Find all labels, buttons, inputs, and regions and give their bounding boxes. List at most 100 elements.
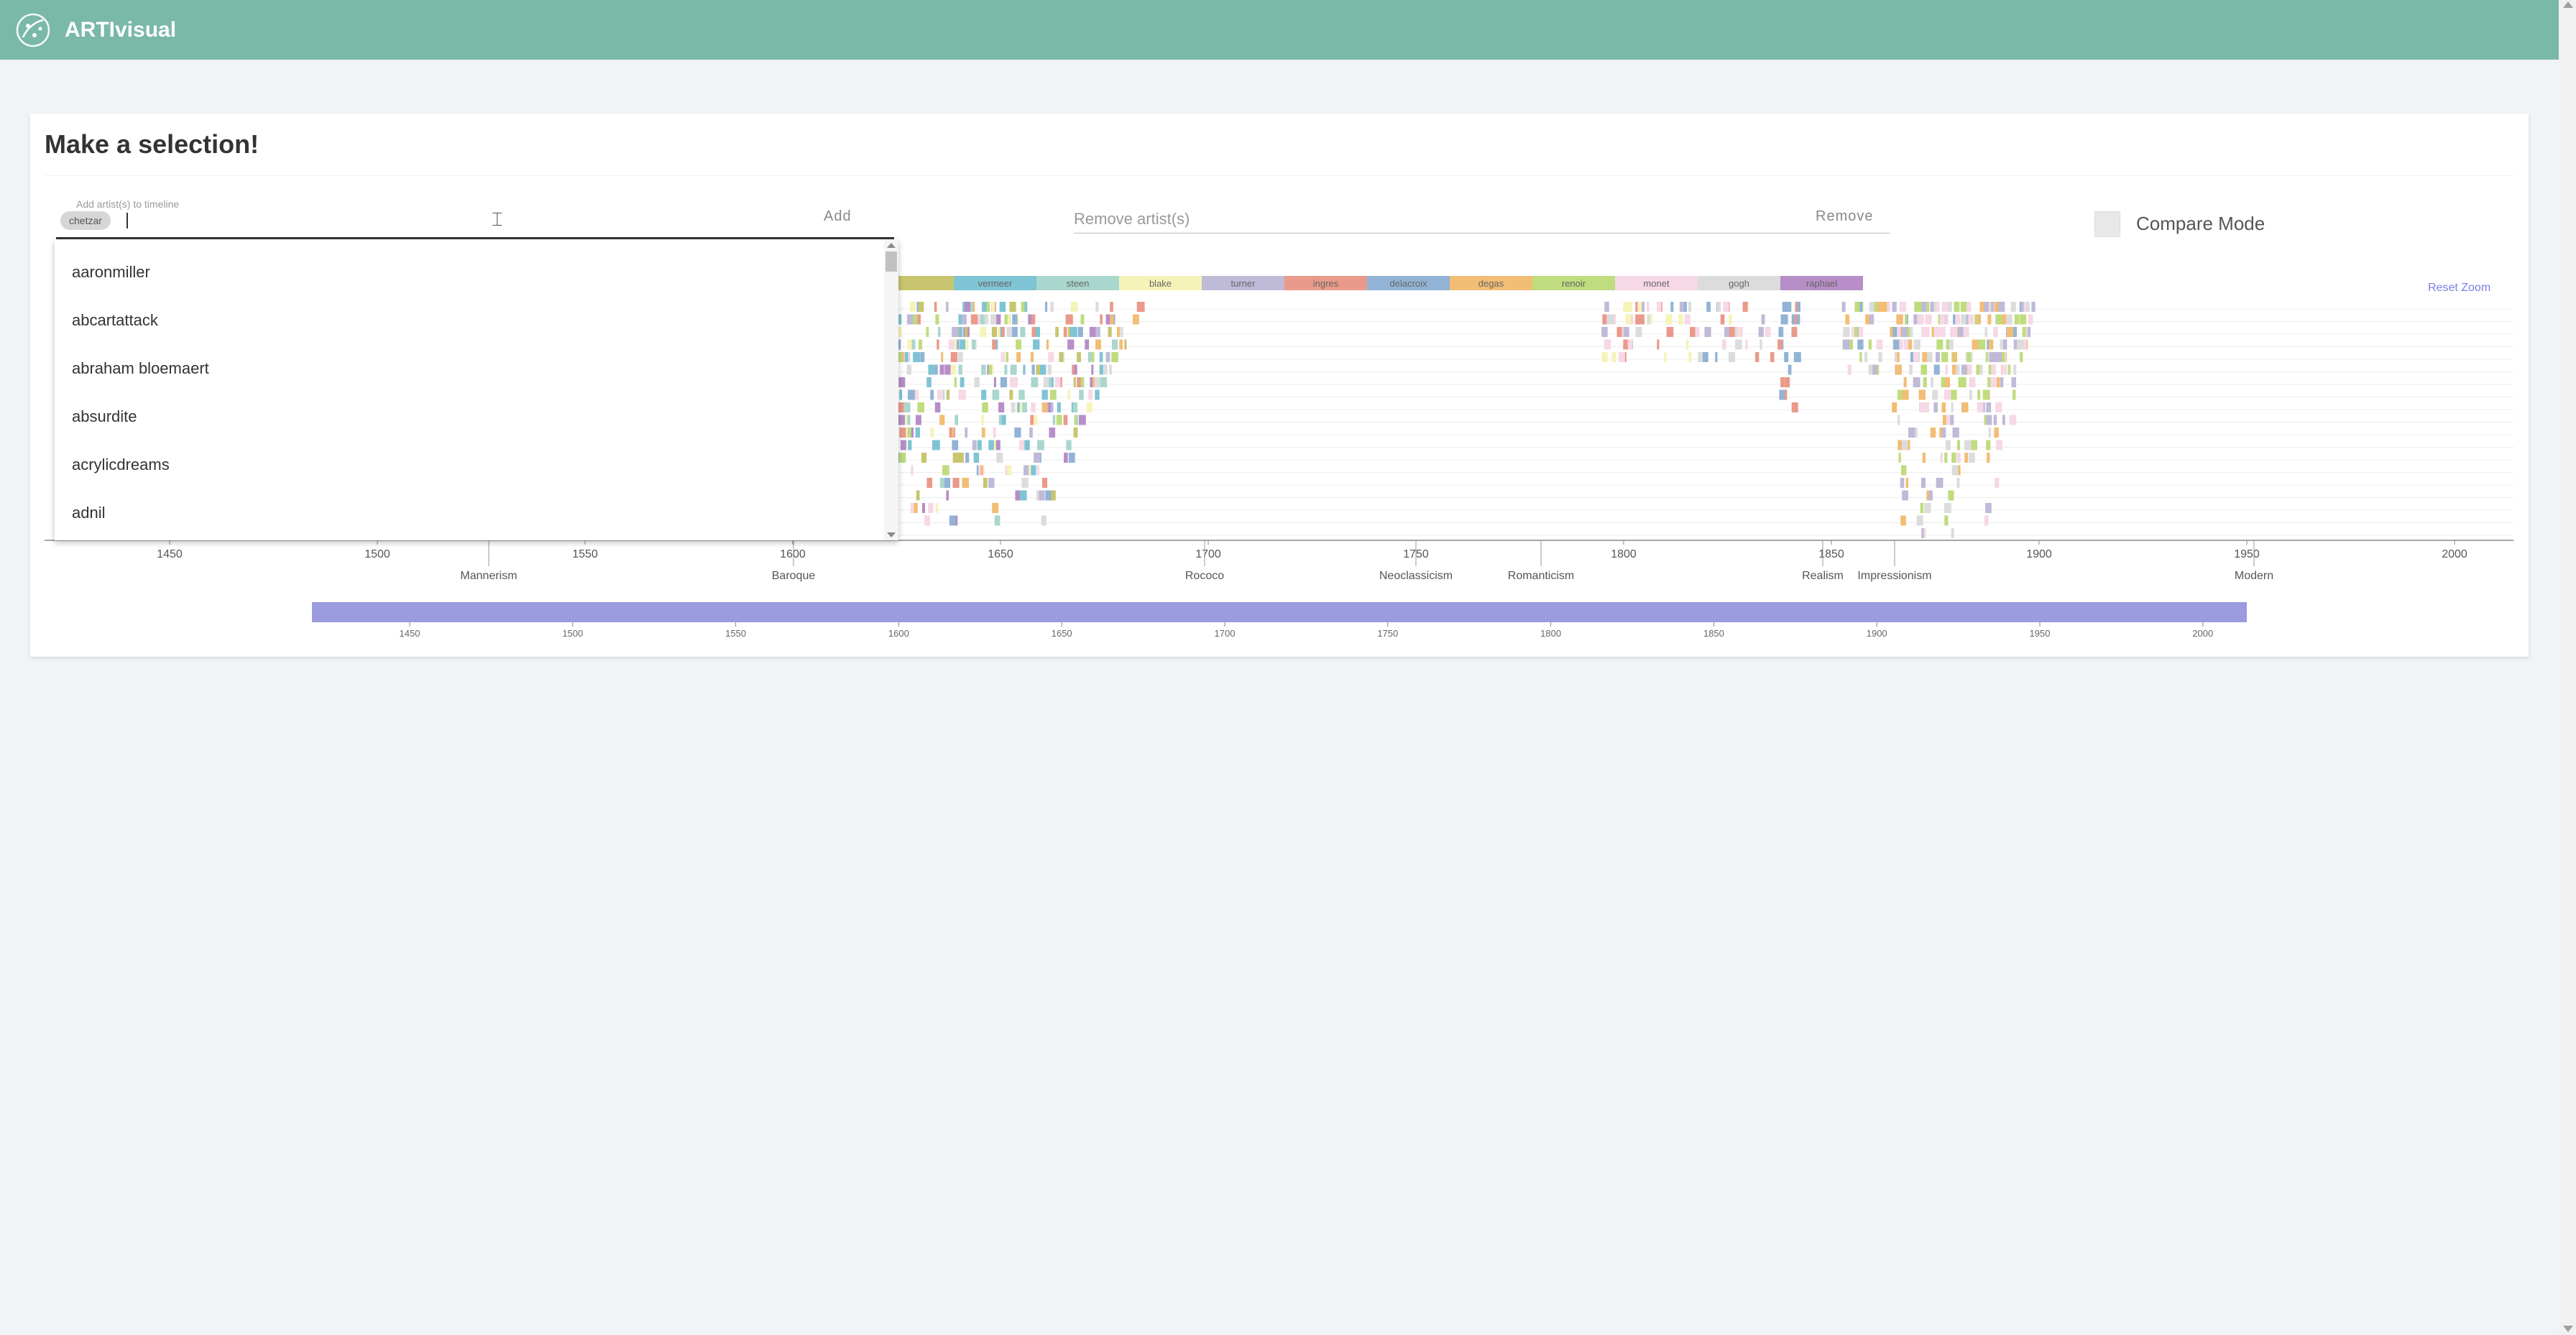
artwork-bar[interactable]: [1059, 352, 1064, 362]
artwork-bar[interactable]: [1895, 364, 1902, 375]
artwork-bar[interactable]: [1031, 314, 1036, 325]
artwork-bar[interactable]: [952, 327, 959, 337]
artwork-bar[interactable]: [1031, 402, 1036, 412]
artwork-bar[interactable]: [1001, 327, 1005, 337]
artwork-bar[interactable]: [1095, 339, 1101, 350]
artwork-bar[interactable]: [1897, 352, 1900, 362]
dropdown-scrollbar[interactable]: [884, 240, 898, 540]
artwork-bar[interactable]: [1927, 352, 1933, 362]
artwork-bar[interactable]: [911, 339, 916, 350]
artwork-bar[interactable]: [1048, 352, 1054, 362]
artwork-bar[interactable]: [937, 389, 944, 400]
artwork-bar[interactable]: [1080, 314, 1085, 325]
artwork-bar[interactable]: [2013, 339, 2018, 350]
artwork-bar[interactable]: [898, 453, 906, 463]
artwork-bar[interactable]: [1996, 440, 2002, 451]
artwork-bar[interactable]: [919, 339, 923, 350]
artwork-bar[interactable]: [995, 440, 1000, 451]
scroll-up-icon[interactable]: [2563, 1, 2573, 8]
legend-label[interactable]: renoir: [1562, 278, 1586, 289]
artwork-bar[interactable]: [1984, 327, 1987, 337]
artwork-bar[interactable]: [1958, 465, 1961, 476]
scroll-thumb[interactable]: [886, 251, 897, 272]
artwork-bar[interactable]: [1859, 352, 1862, 362]
artwork-bar[interactable]: [1012, 314, 1018, 325]
artwork-bar[interactable]: [2031, 302, 2036, 312]
artwork-bar[interactable]: [1715, 352, 1718, 362]
artwork-bar[interactable]: [1016, 352, 1021, 362]
artwork-bar[interactable]: [1052, 415, 1056, 425]
artwork-bar[interactable]: [1623, 339, 1628, 350]
artwork-bar[interactable]: [1987, 377, 1991, 387]
artwork-bar[interactable]: [1124, 339, 1127, 350]
artwork-bar[interactable]: [946, 302, 949, 312]
artwork-bar[interactable]: [1109, 364, 1112, 375]
artwork-bar[interactable]: [920, 352, 925, 362]
artwork-bar[interactable]: [954, 377, 957, 387]
artwork-bar[interactable]: [1978, 339, 1986, 350]
artwork-bar[interactable]: [907, 339, 912, 350]
page-scrollbar[interactable]: [2559, 0, 2576, 1335]
artwork-bar[interactable]: [960, 377, 965, 387]
artwork-bar[interactable]: [1090, 377, 1092, 387]
artwork-bar[interactable]: [1998, 302, 2005, 312]
artwork-bar[interactable]: [1897, 415, 1900, 425]
artwork-bar[interactable]: [1944, 515, 1949, 526]
artwork-bar[interactable]: [1944, 389, 1951, 400]
artwork-bar[interactable]: [1729, 327, 1735, 337]
artwork-bar[interactable]: [1015, 490, 1020, 501]
artwork-bar[interactable]: [1966, 314, 1969, 325]
artwork-bar[interactable]: [981, 389, 987, 400]
artwork-bar[interactable]: [921, 503, 925, 513]
artwork-bar[interactable]: [1016, 339, 1021, 350]
artwork-bar[interactable]: [1007, 465, 1012, 476]
artwork-bar[interactable]: [1902, 490, 1908, 501]
artwork-bar[interactable]: [1939, 314, 1946, 325]
artwork-bar[interactable]: [1665, 314, 1673, 325]
artwork-bar[interactable]: [924, 515, 931, 526]
artwork-bar[interactable]: [2006, 314, 2012, 325]
artwork-bar[interactable]: [1666, 327, 1674, 337]
artwork-bar[interactable]: [1964, 453, 1968, 463]
artwork-bar[interactable]: [1893, 339, 1899, 350]
artwork-bar[interactable]: [907, 428, 911, 438]
artwork-bar[interactable]: [952, 428, 954, 438]
artwork-bar[interactable]: [1972, 339, 1979, 350]
artwork-bar[interactable]: [935, 503, 939, 513]
artwork-bar[interactable]: [988, 440, 994, 451]
artwork-bar[interactable]: [990, 314, 997, 325]
artwork-bar[interactable]: [908, 389, 915, 400]
artwork-bar[interactable]: [1931, 377, 1933, 387]
artwork-bar[interactable]: [1642, 302, 1644, 312]
artwork-bar[interactable]: [1991, 302, 1994, 312]
legend-label[interactable]: ingres: [1313, 278, 1339, 289]
artwork-bar[interactable]: [1922, 453, 1926, 463]
artwork-bar[interactable]: [1857, 339, 1864, 350]
artwork-bar[interactable]: [1024, 465, 1029, 476]
dropdown-option[interactable]: aaronmiller: [72, 263, 150, 282]
artwork-bar[interactable]: [1961, 314, 1966, 325]
artwork-bar[interactable]: [1794, 314, 1797, 325]
artwork-bar[interactable]: [1901, 327, 1908, 337]
artwork-bar[interactable]: [1630, 314, 1634, 325]
artwork-bar[interactable]: [2011, 377, 2017, 387]
app-title[interactable]: ARTIvisual: [65, 18, 176, 42]
artwork-bar[interactable]: [1940, 453, 1943, 463]
artwork-bar[interactable]: [960, 339, 965, 350]
artwork-bar[interactable]: [953, 440, 959, 451]
artwork-bar[interactable]: [1899, 339, 1903, 350]
artwork-bar[interactable]: [1627, 302, 1632, 312]
artwork-bar[interactable]: [1099, 352, 1103, 362]
artwork-bar[interactable]: [973, 453, 980, 463]
artwork-bar[interactable]: [996, 453, 1003, 463]
artwork-bar[interactable]: [1091, 364, 1094, 375]
artwork-bar[interactable]: [1065, 314, 1070, 325]
artwork-bar[interactable]: [906, 314, 914, 325]
artwork-bar[interactable]: [1921, 478, 1926, 488]
artwork-bar[interactable]: [1994, 428, 1999, 438]
artwork-bar[interactable]: [910, 503, 914, 513]
artwork-bar[interactable]: [1623, 327, 1629, 337]
artwork-bar[interactable]: [998, 415, 1002, 425]
artwork-bar[interactable]: [1900, 478, 1905, 488]
artwork-bar[interactable]: [950, 364, 957, 375]
